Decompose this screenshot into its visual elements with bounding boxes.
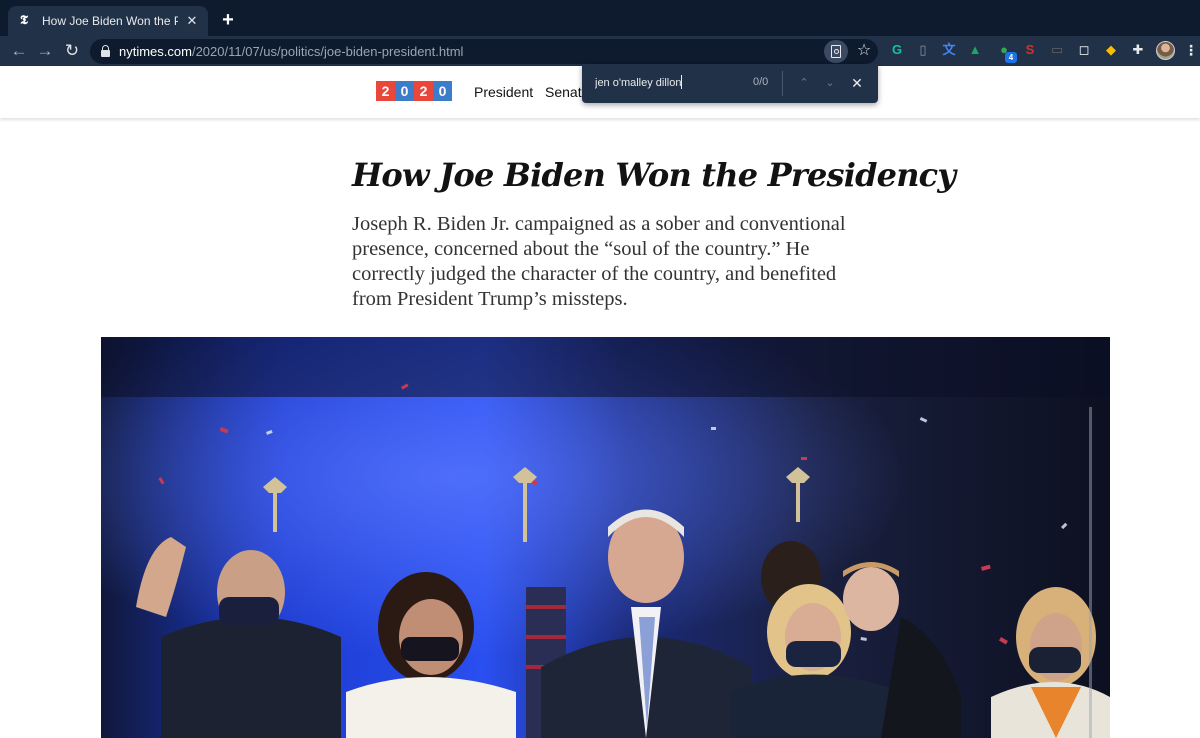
text-caret xyxy=(681,75,682,89)
find-previous-icon[interactable]: ⌃ xyxy=(794,73,814,93)
google-translate-icon[interactable]: 文 xyxy=(941,42,957,58)
lock-icon[interactable] xyxy=(101,45,110,57)
find-result-count: 0/0 xyxy=(753,76,769,88)
find-close-icon[interactable]: ✕ xyxy=(847,73,867,93)
article-headline: How Joe Biden Won the Presidency xyxy=(352,156,956,194)
grammarly-icon[interactable]: G xyxy=(889,42,905,58)
extension-window-icon[interactable]: ◻ xyxy=(1076,42,1092,58)
extension-card-icon[interactable]: ▭ xyxy=(1049,42,1065,58)
find-in-page-icon[interactable] xyxy=(824,40,848,63)
url-text[interactable]: nytimes.com/2020/11/07/us/politics/joe-b… xyxy=(119,44,463,59)
find-bar: 0/0 ⌃ ⌄ ✕ xyxy=(582,64,878,103)
tab-strip: 𝕿 How Joe Biden Won the Presid ✕ + xyxy=(0,0,1200,36)
article-summary: Joseph R. Biden Jr. campaigned as a sobe… xyxy=(352,213,846,310)
kebab-menu-icon[interactable]: ⋮ xyxy=(1184,41,1198,59)
logo-digit: 0 xyxy=(433,81,452,101)
profile-avatar[interactable] xyxy=(1156,41,1175,60)
nav-link-president[interactable]: President xyxy=(474,84,533,100)
find-divider xyxy=(782,71,783,96)
tab-close-icon[interactable]: ✕ xyxy=(184,13,200,29)
browser-toolbar: ← → ↻ nytimes.com/2020/11/07/us/politics… xyxy=(0,36,1200,66)
forward-arrow-icon[interactable]: → xyxy=(34,40,56,62)
tab-title: How Joe Biden Won the Presid xyxy=(42,14,178,28)
google-drive-icon[interactable]: ▲ xyxy=(967,42,983,58)
address-bar[interactable]: nytimes.com/2020/11/07/us/politics/joe-b… xyxy=(90,39,878,64)
logo-digit: 2 xyxy=(414,81,433,101)
extension-badge: 4 xyxy=(1005,52,1017,63)
url-host: nytimes.com xyxy=(119,44,192,59)
election-2020-logo[interactable]: 2 0 2 0 xyxy=(376,81,452,101)
reload-icon[interactable]: ↻ xyxy=(61,40,83,62)
bookmark-star-icon[interactable]: ☆ xyxy=(853,40,875,62)
back-arrow-icon[interactable]: ← xyxy=(8,40,30,62)
url-path: /2020/11/07/us/politics/joe-biden-presid… xyxy=(191,44,464,59)
extension-doc-icon[interactable]: ▯ xyxy=(915,42,931,58)
find-next-icon[interactable]: ⌄ xyxy=(820,73,840,93)
find-input[interactable] xyxy=(595,74,735,92)
lead-photo xyxy=(101,337,1110,738)
extension-colorful-icon[interactable]: ◆ xyxy=(1103,42,1119,58)
logo-digit: 0 xyxy=(395,81,414,101)
extension-s-icon[interactable]: S xyxy=(1022,42,1038,58)
browser-tab-active[interactable]: 𝕿 How Joe Biden Won the Presid ✕ xyxy=(8,6,208,36)
logo-digit: 2 xyxy=(376,81,395,101)
puzzle-icon[interactable]: ✚ xyxy=(1130,42,1146,58)
nyt-favicon-icon: 𝕿 xyxy=(20,13,28,28)
new-tab-button[interactable]: + xyxy=(218,10,238,30)
